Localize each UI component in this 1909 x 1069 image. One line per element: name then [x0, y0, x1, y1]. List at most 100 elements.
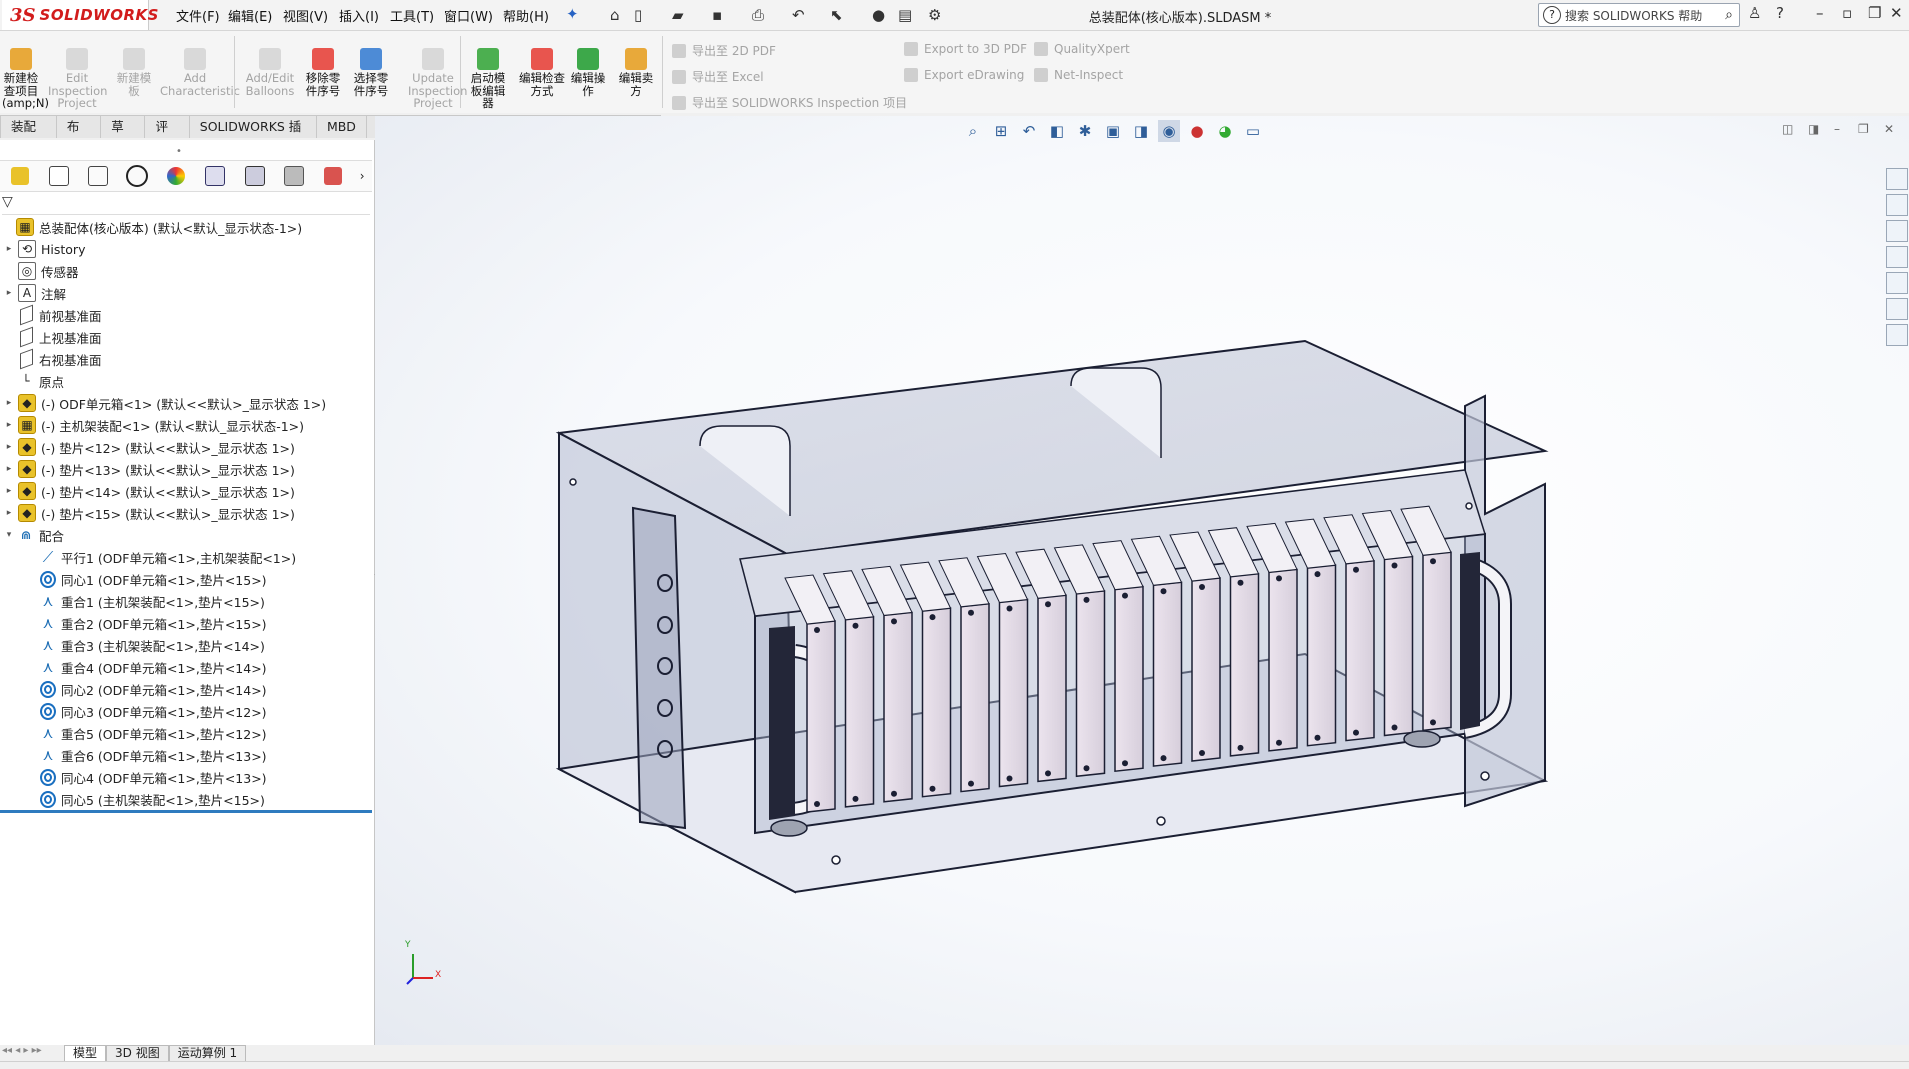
- tree-item[interactable]: ▸ ⟲ History: [4, 238, 85, 260]
- bottom-tab[interactable]: 运动算例 1: [168, 1045, 247, 1062]
- inspection-tab[interactable]: [274, 161, 313, 191]
- viewport-restore-icon[interactable]: ❐: [1858, 122, 1869, 136]
- solidworks-resources-icon[interactable]: [1886, 168, 1908, 190]
- expand-toggle-icon[interactable]: ▸: [4, 464, 14, 474]
- view-orientation-icon[interactable]: ▣: [1102, 120, 1124, 142]
- filter-icon[interactable]: ▽: [2, 194, 13, 210]
- file-explorer-icon[interactable]: [1886, 220, 1908, 242]
- tree-item[interactable]: ▾ ⋒ 配合: [4, 524, 64, 546]
- menu-item[interactable]: 窗口(W): [444, 6, 493, 25]
- options-icon[interactable]: ⚙: [928, 4, 941, 26]
- tree-item[interactable]: ▸ ◆ (-) 垫片<12> (默认<<默认>_显示状态 1>): [4, 436, 295, 458]
- remove-balloon-button[interactable]: 移除零件序号: [302, 48, 344, 97]
- search-icon[interactable]: ⌕: [1725, 7, 1733, 23]
- new-template-button[interactable]: 新建模板: [112, 48, 156, 97]
- viewport-close-icon[interactable]: ✕: [1884, 122, 1894, 136]
- search-input[interactable]: ? 搜索 SOLIDWORKS 帮助 ⌕: [1538, 3, 1740, 27]
- hide-show-items-icon[interactable]: ◉: [1158, 120, 1180, 142]
- export-link[interactable]: Net-Inspect: [1034, 68, 1123, 82]
- tree-item[interactable]: ⋏ 重合5 (ODF单元箱<1>,垫片<12>): [26, 722, 267, 744]
- help-menu-icon[interactable]: ?: [1776, 4, 1784, 22]
- menu-item[interactable]: 插入(I): [339, 6, 379, 25]
- viewport-tile-left-icon[interactable]: ◫: [1782, 122, 1793, 136]
- propertymanager-tab[interactable]: [39, 161, 78, 191]
- tree-item[interactable]: 前视基准面: [4, 304, 102, 326]
- command-tab[interactable]: 草图: [100, 115, 146, 156]
- undo-icon[interactable]: ↶: [792, 4, 805, 26]
- pin-icon[interactable]: ✦: [566, 5, 579, 23]
- bottom-tab[interactable]: 3D 视图: [106, 1045, 169, 1062]
- expand-toggle-icon[interactable]: ▸: [4, 244, 14, 254]
- custom-properties-icon[interactable]: [1886, 298, 1908, 320]
- expand-toggle-icon[interactable]: ▾: [4, 530, 14, 540]
- solidworks-logo[interactable]: 3S SOLIDWORKS: [2, 0, 158, 30]
- expand-toggle-icon[interactable]: ▸: [4, 508, 14, 518]
- menu-item[interactable]: 文件(F): [176, 6, 220, 25]
- tree-item[interactable]: ▦ 总装配体(核心版本) (默认<默认_显示状态-1>): [2, 216, 302, 238]
- menu-item[interactable]: 工具(T): [390, 6, 434, 25]
- section-view-icon[interactable]: ◧: [1046, 120, 1068, 142]
- tree-item[interactable]: ⋏ 重合3 (主机架装配<1>,垫片<14>): [26, 634, 265, 656]
- command-tab[interactable]: 布局: [55, 115, 102, 156]
- tree-item[interactable]: 同心2 (ODF单元箱<1>,垫片<14>): [26, 678, 267, 700]
- tree-item[interactable]: ▸ ▦ (-) 主机架装配<1> (默认<默认_显示状态-1>): [4, 414, 304, 436]
- dynamic-annotation-icon[interactable]: ✱: [1074, 120, 1096, 142]
- add-characteristic-button[interactable]: Add Characteristic: [160, 48, 240, 97]
- menu-item[interactable]: 帮助(H): [503, 6, 549, 25]
- maximize-icon[interactable]: ❐: [1868, 4, 1881, 22]
- viewport-minimize-icon[interactable]: –: [1834, 122, 1840, 136]
- command-tab[interactable]: SOLIDWORKS 插件: [188, 115, 317, 156]
- edit-operation-button[interactable]: 编辑操作: [568, 48, 608, 97]
- tree-item[interactable]: 同心1 (ODF单元箱<1>,垫片<15>): [26, 568, 267, 590]
- displaymanager-tab[interactable]: [157, 161, 196, 191]
- design-library-icon[interactable]: [1886, 194, 1908, 216]
- select-balloon-button[interactable]: 选择零件序号: [350, 48, 392, 97]
- tree-item[interactable]: 同心5 (主机架装配<1>,垫片<15>): [26, 788, 265, 810]
- export-link[interactable]: 导出至 Excel: [672, 68, 764, 85]
- dimxpert-tab[interactable]: [117, 161, 156, 191]
- tree-item[interactable]: ◎ 传感器: [4, 260, 79, 282]
- appearances-icon[interactable]: [1886, 272, 1908, 294]
- cam-tool-tab[interactable]: [235, 161, 274, 191]
- edit-appearance-icon[interactable]: ●: [1186, 120, 1208, 142]
- expand-toggle-icon[interactable]: ▸: [4, 420, 14, 430]
- graphics-area[interactable]: Y X: [375, 116, 1909, 1045]
- panel-tabs-more-icon[interactable]: ›: [352, 161, 372, 191]
- file-properties-icon[interactable]: ▤: [898, 4, 912, 26]
- template-editor-button[interactable]: 启动模板编辑器: [468, 48, 508, 110]
- menu-item[interactable]: 视图(V): [283, 6, 328, 25]
- tree-item[interactable]: 同心3 (ODF单元箱<1>,垫片<12>): [26, 700, 267, 722]
- add-edit-balloons-button[interactable]: Add/Edit Balloons: [244, 48, 296, 97]
- expand-toggle-icon[interactable]: ▸: [4, 398, 14, 408]
- view-settings-icon[interactable]: ▭: [1242, 120, 1264, 142]
- tree-item[interactable]: ▸ ◆ (-) 垫片<13> (默认<<默认>_显示状态 1>): [4, 458, 295, 480]
- tree-item[interactable]: ⋏ 重合6 (ODF单元箱<1>,垫片<13>): [26, 744, 267, 766]
- previous-view-icon[interactable]: ↶: [1018, 120, 1040, 142]
- edit-inspection-method-button[interactable]: 编辑检查方式: [518, 48, 566, 97]
- expand-toggle-icon[interactable]: ▸: [4, 486, 14, 496]
- tree-item[interactable]: ⟋ 平行1 (ODF单元箱<1>,主机架装配<1>): [26, 546, 296, 568]
- close-icon[interactable]: ✕: [1890, 4, 1903, 22]
- zoom-to-area-icon[interactable]: ⊞: [990, 120, 1012, 142]
- update-inspection-project-button[interactable]: Update Inspection Project: [408, 48, 467, 110]
- assembly-model[interactable]: [375, 116, 1909, 1045]
- rollback-bar[interactable]: [0, 810, 372, 813]
- open-icon[interactable]: ▰: [672, 4, 684, 26]
- expand-toggle-icon[interactable]: ▸: [4, 288, 14, 298]
- select-icon[interactable]: ⬉: [830, 4, 843, 26]
- menu-item[interactable]: 编辑(E): [228, 6, 272, 25]
- edit-inspection-project-button[interactable]: Edit Inspection Project: [48, 48, 107, 110]
- command-tab[interactable]: 评估: [144, 115, 190, 156]
- view-palette-icon[interactable]: [1886, 246, 1908, 268]
- tree-item[interactable]: 右视基准面: [4, 348, 102, 370]
- user-icon[interactable]: ♙: [1748, 4, 1761, 22]
- apply-scene-icon[interactable]: ◕: [1214, 120, 1236, 142]
- tree-item[interactable]: 上视基准面: [4, 326, 102, 348]
- command-tab[interactable]: MBD: [315, 115, 367, 138]
- edit-vendor-button[interactable]: 编辑卖方: [616, 48, 656, 97]
- display-style-icon[interactable]: ◨: [1130, 120, 1152, 142]
- export-link[interactable]: Export to 3D PDF: [904, 42, 1027, 56]
- zoom-to-fit-icon[interactable]: ⌕: [962, 120, 984, 142]
- tree-item[interactable]: 同心4 (ODF单元箱<1>,垫片<13>): [26, 766, 267, 788]
- minimize-icon[interactable]: –: [1816, 4, 1824, 22]
